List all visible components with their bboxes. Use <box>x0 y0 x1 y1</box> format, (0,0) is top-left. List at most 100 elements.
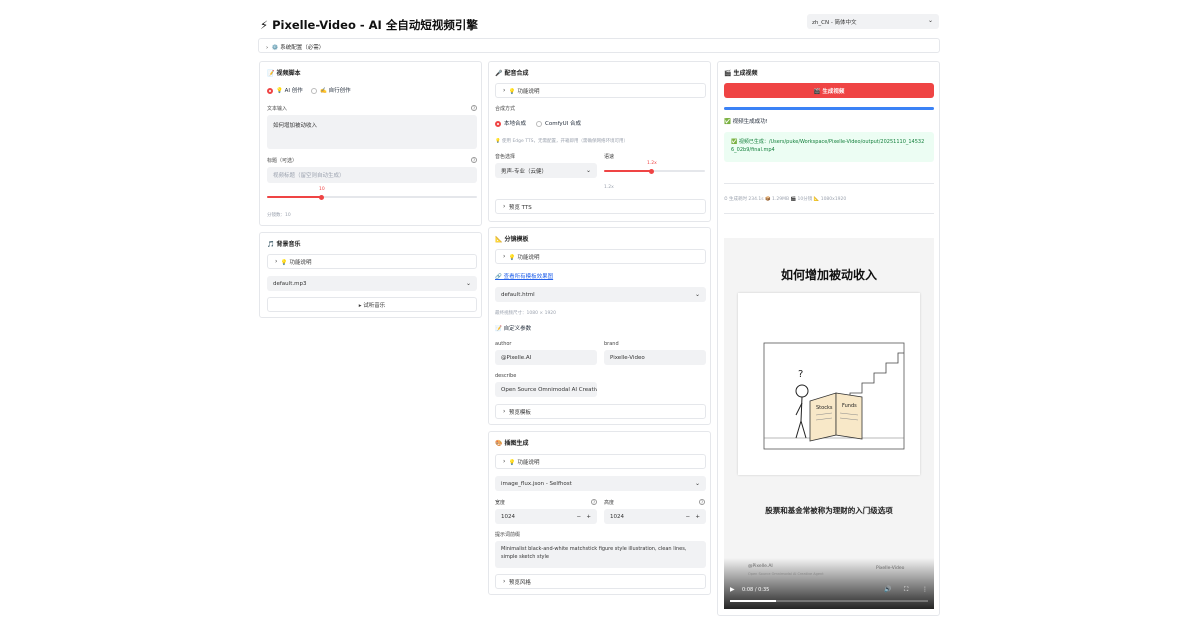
svg-text:?: ? <box>798 369 803 380</box>
success-message: ✅ 视频生成成功! <box>724 119 768 125</box>
music-help-expander[interactable]: › 💡 功能说明 <box>267 254 477 269</box>
image-help-expander[interactable]: › 💡 功能说明 <box>495 454 706 469</box>
mode-ai-label: 💡 AI 创作 <box>276 88 303 94</box>
author-label: author <box>495 341 512 347</box>
width-label: 宽度 <box>495 500 506 506</box>
image-panel: 🎨 插图生成 › 💡 功能说明 image_flux.json - Selfho… <box>488 431 711 595</box>
mode-custom-radio[interactable]: ✍️ 自行创作 <box>311 86 351 94</box>
video-seek-bar[interactable] <box>730 600 928 602</box>
radio-unselected-icon <box>536 120 542 127</box>
width-stepper[interactable]: 1024 − + <box>495 509 597 524</box>
height-label: 高度 <box>604 500 615 506</box>
text-input[interactable]: 如何增加被动收入 <box>267 115 477 149</box>
chevron-down-icon: ⌄ <box>927 17 933 24</box>
help-icon[interactable]: ? <box>471 157 477 163</box>
chevron-right-icon: › <box>503 203 506 210</box>
volume-icon[interactable]: 🔊 <box>884 586 891 593</box>
scene-slider-knob[interactable] <box>319 194 324 200</box>
describe-label: describe <box>495 373 517 379</box>
system-config-expander[interactable]: › ⚙️ 系统配置（必需） <box>258 38 940 53</box>
fullscreen-icon[interactable]: ⛶ <box>904 586 908 594</box>
brand-input[interactable]: Pixelle-Video <box>604 350 706 365</box>
chevron-down-icon: ⌄ <box>694 480 700 487</box>
preview-template-expander[interactable]: › 预览模板 <box>495 404 706 419</box>
illustration-frame: ? Stocks Funds <box>738 293 920 475</box>
generate-video-button[interactable]: 🎬 生成视频 <box>724 83 934 98</box>
storyboard-panel: 📐 分镜模板 › 💡 功能说明 🔗 查看所有模板效果图 default.html… <box>488 227 711 425</box>
video-player[interactable]: 如何增加被动收入 ? Stocks Funds 股票和基金常被称为理财的入门级选… <box>724 238 934 609</box>
help-icon[interactable]: ? <box>471 105 477 111</box>
mode-custom-label: ✍️ 自行创作 <box>320 88 351 94</box>
comfy-label: ComfyUI 合成 <box>545 121 582 127</box>
music-panel-title: 🎵 背景音乐 <box>267 241 301 248</box>
height-stepper[interactable]: 1024 − + <box>604 509 706 524</box>
app-title: ⚡ Pixelle-Video - AI 全自动短视频引擎 <box>260 18 478 32</box>
language-select[interactable]: zh_CN - 简体中文 ⌄ <box>807 14 939 29</box>
book-right-label: Funds <box>842 403 857 409</box>
local-label: 本地合成 <box>504 121 527 127</box>
title-label: 标题（可选） <box>267 158 298 164</box>
prompt-label: 提示词前缀 <box>495 532 521 538</box>
chevron-right-icon: › <box>275 258 278 265</box>
generation-stats: ⏱ 生成耗时 234.1s 📦 1.29MB 🎬 10分镜 📐 1080x192… <box>724 197 847 202</box>
scene-slider-fill <box>267 196 322 198</box>
script-panel: 📝 视频脚本 💡 AI 创作 ✍️ 自行创作 文本输入 ? 如何增加被动收入 标… <box>259 61 482 226</box>
video-size-note: 最终视频尺寸：1080 × 1920 <box>495 311 557 316</box>
voice-select[interactable]: 男声-专业（云健） ⌄ <box>495 163 597 178</box>
local-radio[interactable]: 本地合成 <box>495 119 526 127</box>
custom-params-title: 📝 自定义参数 <box>495 326 532 332</box>
voice-select-value: 男声-专业（云健） <box>501 168 547 175</box>
workflow-select[interactable]: image_flux.json - Selfhost ⌄ <box>495 476 706 491</box>
preview-style-expander[interactable]: › 预览风格 <box>495 574 706 589</box>
chevron-right-icon: › <box>503 87 506 94</box>
scene-count-label: 分镜数：10 <box>267 213 291 218</box>
prompt-input[interactable]: Minimalist black-and-white matchstick fi… <box>495 541 706 568</box>
voice-panel: 🎤 配音合成 › 💡 功能说明 合成方式 本地合成 ComfyUI 合成 💡 使… <box>488 61 711 222</box>
voice-help-expander[interactable]: › 💡 功能说明 <box>495 83 706 98</box>
chevron-down-icon: ⌄ <box>585 167 591 174</box>
storyboard-help-expander[interactable]: › 💡 功能说明 <box>495 249 706 264</box>
template-select-value: default.html <box>501 291 535 298</box>
output-path-alert: ✅ 视频已生成：/Users/puke/Workspace/Pixelle-Vi… <box>724 132 934 162</box>
author-input[interactable]: @Pixelle.AI <box>495 350 597 365</box>
width-value: 1024 <box>501 513 515 520</box>
stick-figure-illustration: ? Stocks Funds <box>763 342 905 450</box>
speed-slider-knob[interactable] <box>649 168 654 174</box>
template-select[interactable]: default.html ⌄ <box>495 287 706 302</box>
speed-slider-fill <box>604 170 651 172</box>
more-options-icon[interactable]: ⋮ <box>922 586 928 593</box>
stepper-buttons[interactable]: − + <box>577 514 591 520</box>
chevron-right-icon: › <box>503 253 506 260</box>
chevron-right-icon: › <box>503 578 506 585</box>
method-label: 合成方式 <box>495 106 516 112</box>
help-icon[interactable]: ? <box>591 499 597 505</box>
radio-selected-icon <box>267 87 273 94</box>
preview-music-button[interactable]: ▸ 试听音乐 <box>267 297 477 312</box>
chevron-right-icon: › <box>266 45 269 51</box>
storyboard-panel-title: 📐 分镜模板 <box>495 236 529 243</box>
music-select[interactable]: default.mp3 ⌄ <box>267 276 477 291</box>
stepper-buttons[interactable]: − + <box>686 514 700 520</box>
comfy-radio[interactable]: ComfyUI 合成 <box>536 119 581 127</box>
music-panel: 🎵 背景音乐 › 💡 功能说明 default.mp3 ⌄ ▸ 试听音乐 <box>259 232 482 318</box>
preview-style-label: 预览风格 <box>508 579 531 586</box>
brand-label: brand <box>604 341 619 347</box>
templates-link[interactable]: 🔗 查看所有模板效果图 <box>495 272 553 280</box>
title-input[interactable]: 视频标题（留空则自动生成） <box>267 167 477 183</box>
chevron-right-icon: › <box>503 408 506 415</box>
describe-input[interactable]: Open Source Omnimodal AI Creative <box>495 382 597 397</box>
video-seek-fill <box>730 600 776 602</box>
video-caption: 股票和基金常被称为理财的入门级选项 <box>765 506 893 515</box>
preview-tts-expander[interactable]: › 预览 TTS <box>495 199 706 214</box>
radio-selected-icon <box>495 120 501 127</box>
help-icon[interactable]: ? <box>699 499 705 505</box>
voice-help-label: 💡 功能说明 <box>508 88 540 95</box>
preview-template-label: 预览模板 <box>508 409 531 416</box>
play-icon[interactable]: ▶ <box>730 586 735 593</box>
music-help-label: 💡 功能说明 <box>280 259 312 266</box>
music-select-value: default.mp3 <box>273 280 307 287</box>
video-time: 0:08 / 0:35 <box>742 587 770 593</box>
mode-ai-radio[interactable]: 💡 AI 创作 <box>267 86 303 94</box>
height-value: 1024 <box>610 513 624 520</box>
slider-value: 10 <box>319 187 325 192</box>
